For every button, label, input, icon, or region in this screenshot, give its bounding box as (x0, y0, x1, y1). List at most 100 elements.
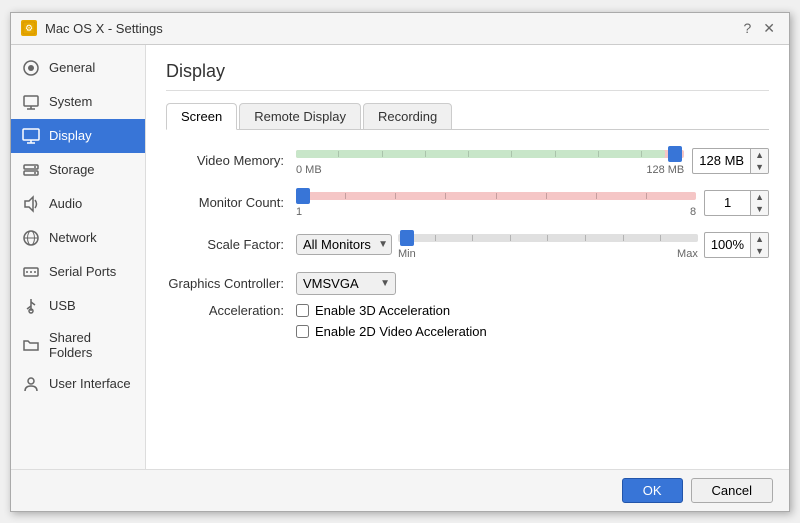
general-icon (21, 58, 41, 78)
tick (472, 235, 473, 241)
sidebar-label-user-interface: User Interface (49, 376, 131, 391)
tick (345, 193, 346, 199)
main-content: Display Screen Remote Display Recording … (146, 45, 789, 469)
monitor-count-max-label: 8 (690, 206, 696, 218)
video-memory-track (296, 146, 684, 162)
scale-factor-spinner: 100% ▲ ▼ (704, 232, 769, 258)
video-memory-row: Video Memory: (166, 146, 769, 176)
sidebar-item-usb[interactable]: USB (11, 289, 145, 323)
tick (382, 151, 383, 157)
sidebar-label-system: System (49, 94, 92, 109)
usb-icon (21, 296, 41, 316)
sidebar-item-user-interface[interactable]: User Interface (11, 367, 145, 401)
sidebar-item-storage[interactable]: Storage (11, 153, 145, 187)
monitor-select-wrapper: All Monitors ▼ (296, 234, 392, 255)
monitor-count-thumb[interactable] (296, 188, 310, 204)
scale-factor-arrows: ▲ ▼ (750, 233, 768, 257)
title-bar-controls: ? ✕ (739, 20, 779, 37)
tick (660, 235, 661, 241)
sidebar-item-system[interactable]: System (11, 85, 145, 119)
sidebar-item-shared-folders[interactable]: Shared Folders (11, 323, 145, 367)
monitor-count-slider-labels: 1 8 (296, 206, 696, 218)
tab-screen[interactable]: Screen (166, 103, 237, 130)
video-memory-ticks (296, 150, 684, 158)
storage-icon (21, 160, 41, 180)
video-memory-thumb[interactable] (668, 146, 682, 162)
tick (510, 235, 511, 241)
graphics-controller-select[interactable]: VMSVGA VBoxVGA VBoxSVGA (296, 272, 396, 295)
video-memory-up[interactable]: ▲ (751, 149, 768, 161)
sidebar: General System (11, 45, 146, 469)
monitor-count-row: Monitor Count: (166, 188, 769, 218)
monitor-count-value: 1 (705, 193, 750, 212)
monitor-count-down[interactable]: ▼ (751, 203, 768, 215)
tick (511, 151, 512, 157)
tick (468, 151, 469, 157)
acceleration-row: Acceleration: Enable 3D Acceleration Ena… (166, 303, 769, 339)
network-icon (21, 228, 41, 248)
tick (395, 193, 396, 199)
scale-min-label: Min (398, 248, 416, 260)
scale-factor-value: 100% (705, 235, 750, 254)
video-memory-down[interactable]: ▼ (751, 161, 768, 173)
monitor-count-track (296, 188, 696, 204)
sidebar-label-shared-folders: Shared Folders (49, 330, 135, 360)
scale-ticks (398, 234, 698, 242)
window-footer: OK Cancel (11, 469, 789, 511)
monitor-count-ticks (296, 192, 696, 200)
monitor-count-up[interactable]: ▲ (751, 191, 768, 203)
tick (598, 151, 599, 157)
tab-screen-content: Video Memory: (166, 146, 769, 453)
sidebar-item-general[interactable]: General (11, 51, 145, 85)
scale-factor-label: Scale Factor: (166, 237, 296, 252)
graphics-controller-row: Graphics Controller: VMSVGA VBoxVGA VBox… (166, 272, 769, 295)
tabs: Screen Remote Display Recording (166, 103, 769, 130)
sidebar-item-display[interactable]: Display (11, 119, 145, 153)
accel-3d-checkbox[interactable] (296, 304, 309, 317)
window-icon: ⚙ (21, 20, 37, 36)
scale-factor-up[interactable]: ▲ (751, 233, 768, 245)
monitor-count-arrows: ▲ ▼ (750, 191, 768, 215)
sidebar-item-serial-ports[interactable]: Serial Ports (11, 255, 145, 289)
monitor-count-label: Monitor Count: (166, 195, 296, 210)
sidebar-item-audio[interactable]: Audio (11, 187, 145, 221)
ok-button[interactable]: OK (622, 478, 683, 503)
user-interface-icon (21, 374, 41, 394)
scale-factor-down[interactable]: ▼ (751, 245, 768, 257)
video-memory-arrows: ▲ ▼ (750, 149, 768, 173)
scale-factor-control: All Monitors ▼ (296, 230, 769, 260)
sidebar-item-network[interactable]: Network (11, 221, 145, 255)
video-memory-slider-group: 0 MB 128 MB 128 MB ▲ ▼ (296, 146, 769, 176)
scale-factor-thumb[interactable] (400, 230, 414, 246)
tick (546, 193, 547, 199)
sidebar-label-serial-ports: Serial Ports (49, 264, 116, 279)
video-memory-spinner: 128 MB ▲ ▼ (692, 148, 769, 174)
graphics-controller-label: Graphics Controller: (166, 276, 296, 291)
help-button[interactable]: ? (739, 20, 755, 37)
accel-2d-checkbox[interactable] (296, 325, 309, 338)
cancel-button[interactable]: Cancel (691, 478, 773, 503)
video-memory-label: Video Memory: (166, 153, 296, 168)
sidebar-label-audio: Audio (49, 196, 82, 211)
tick (623, 235, 624, 241)
acceleration-label: Acceleration: (166, 303, 296, 318)
close-button[interactable]: ✕ (759, 20, 779, 37)
display-icon (21, 126, 41, 146)
monitor-count-spinner: 1 ▲ ▼ (704, 190, 769, 216)
tick (596, 193, 597, 199)
tab-remote-display[interactable]: Remote Display (239, 103, 361, 130)
accel-3d-text: Enable 3D Acceleration (315, 303, 450, 318)
tick (425, 151, 426, 157)
sidebar-label-storage: Storage (49, 162, 95, 177)
tick (547, 235, 548, 241)
scale-factor-row: Scale Factor: All Monitors ▼ (166, 230, 769, 260)
tick (555, 151, 556, 157)
monitor-count-slider-wrapper: 1 8 (296, 188, 696, 218)
page-title: Display (166, 61, 769, 91)
tab-recording[interactable]: Recording (363, 103, 452, 130)
accel-3d-label[interactable]: Enable 3D Acceleration (296, 303, 487, 318)
accel-2d-label[interactable]: Enable 2D Video Acceleration (296, 324, 487, 339)
video-memory-slider-labels: 0 MB 128 MB (296, 164, 684, 176)
settings-window: ⚙ Mac OS X - Settings ? ✕ General (10, 12, 790, 512)
monitor-select[interactable]: All Monitors (296, 234, 392, 255)
